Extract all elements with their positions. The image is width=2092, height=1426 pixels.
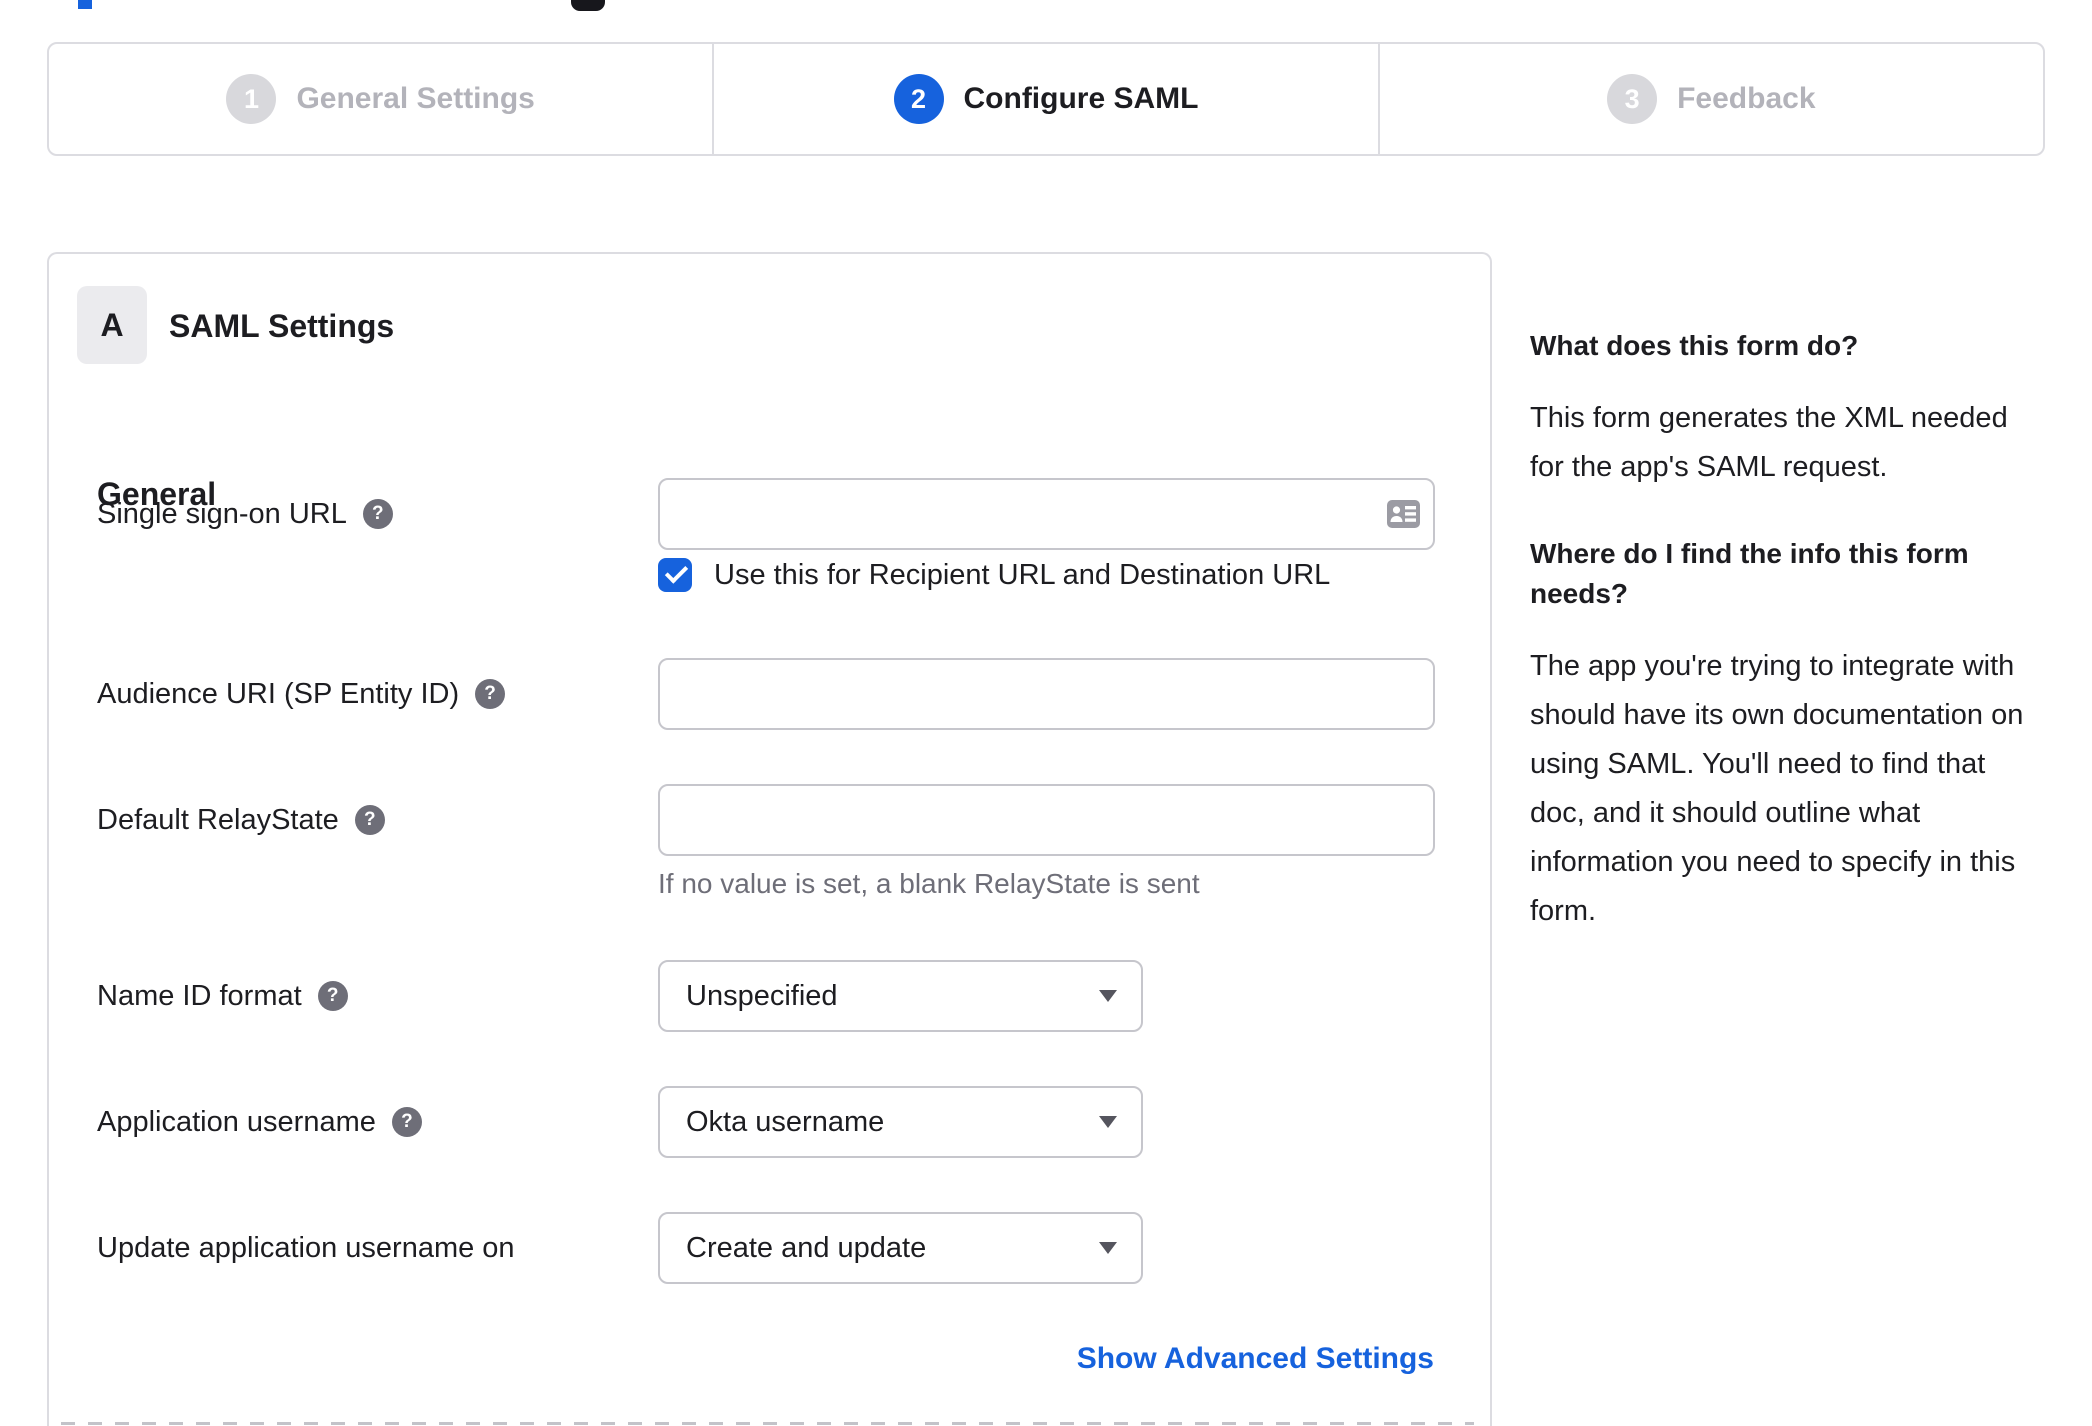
default-relaystate-label-group: Default RelayState ? [97, 784, 385, 856]
recipient-destination-checkbox[interactable] [658, 558, 692, 592]
audience-uri-input[interactable] [658, 658, 1435, 730]
default-relaystate-input[interactable] [658, 784, 1435, 856]
section-a-badge: A [77, 286, 147, 364]
step-feedback[interactable]: 3 Feedback [1377, 44, 2043, 154]
section-title: SAML Settings [169, 308, 395, 344]
name-id-format-select[interactable]: Unspecified [658, 960, 1143, 1032]
sso-url-label-group: Single sign-on URL ? [97, 478, 393, 550]
sidebar-question-1-title: What does this form do? [1530, 330, 1859, 361]
default-relaystate-hint: If no value is set, a blank RelayState i… [658, 868, 1200, 899]
audience-uri-input-wrap [658, 658, 1435, 730]
sso-url-label: Single sign-on URL [97, 497, 347, 530]
saml-settings-card: A SAML Settings General Single sign-on U… [47, 252, 1492, 1426]
clipped-dark-icon [571, 0, 605, 11]
update-app-username-select[interactable]: Create and update [658, 1212, 1143, 1284]
step-2-label: Configure SAML [963, 82, 1199, 115]
name-id-format-help-icon[interactable]: ? [317, 981, 348, 1011]
application-username-label: Application username [97, 1105, 376, 1138]
recipient-destination-checkbox-label: Use this for Recipient URL and Destinati… [714, 558, 1331, 591]
contact-card-icon[interactable] [1387, 500, 1420, 528]
chevron-down-icon [1099, 1116, 1117, 1128]
sso-url-input[interactable] [658, 478, 1435, 550]
update-app-username-label-group: Update application username on [97, 1212, 515, 1284]
help-sidebar: What does this form do? This form genera… [1530, 326, 2046, 978]
sidebar-question-2-title: Where do I find the info this form needs… [1530, 538, 1969, 609]
default-relaystate-help-icon[interactable]: ? [354, 805, 385, 835]
audience-uri-label-group: Audience URI (SP Entity ID) ? [97, 658, 506, 730]
sso-url-help-icon[interactable]: ? [362, 499, 393, 529]
audience-uri-help-icon[interactable]: ? [475, 679, 506, 709]
sso-url-input-wrap [658, 478, 1435, 550]
step-1-label: General Settings [296, 82, 535, 115]
application-username-selected-value: Okta username [686, 1105, 885, 1138]
default-relaystate-input-wrap [658, 784, 1435, 856]
chevron-down-icon [1099, 1242, 1117, 1254]
update-app-username-label: Update application username on [97, 1231, 515, 1264]
section-dashed-separator [61, 1422, 1474, 1425]
application-username-label-group: Application username ? [97, 1086, 422, 1158]
step-configure-saml[interactable]: 2 Configure SAML [712, 44, 1377, 154]
default-relaystate-label: Default RelayState [97, 803, 339, 836]
step-1-number-badge: 1 [226, 74, 277, 124]
update-app-username-selected-value: Create and update [686, 1231, 927, 1264]
application-username-select[interactable]: Okta username [658, 1086, 1143, 1158]
step-3-label: Feedback [1677, 82, 1816, 115]
step-2-number-badge: 2 [893, 74, 944, 124]
step-general-settings[interactable]: 1 General Settings [49, 44, 712, 154]
show-advanced-settings-link[interactable]: Show Advanced Settings [1077, 1342, 1434, 1376]
name-id-format-label-group: Name ID format ? [97, 960, 348, 1032]
sidebar-question-1-body: This form generates the XML needed for t… [1530, 402, 2008, 483]
wizard-stepper: 1 General Settings 2 Configure SAML 3 Fe… [47, 42, 2045, 156]
name-id-format-label: Name ID format [97, 979, 302, 1012]
chevron-down-icon [1099, 990, 1117, 1002]
clipped-blue-element [78, 0, 92, 9]
application-username-help-icon[interactable]: ? [391, 1107, 422, 1137]
name-id-format-selected-value: Unspecified [686, 979, 838, 1012]
sidebar-question-2-body: The app you're trying to integrate with … [1530, 650, 2024, 927]
recipient-destination-checkbox-row: Use this for Recipient URL and Destinati… [658, 558, 1330, 592]
step-3-number-badge: 3 [1607, 74, 1658, 124]
audience-uri-label: Audience URI (SP Entity ID) [97, 677, 460, 710]
